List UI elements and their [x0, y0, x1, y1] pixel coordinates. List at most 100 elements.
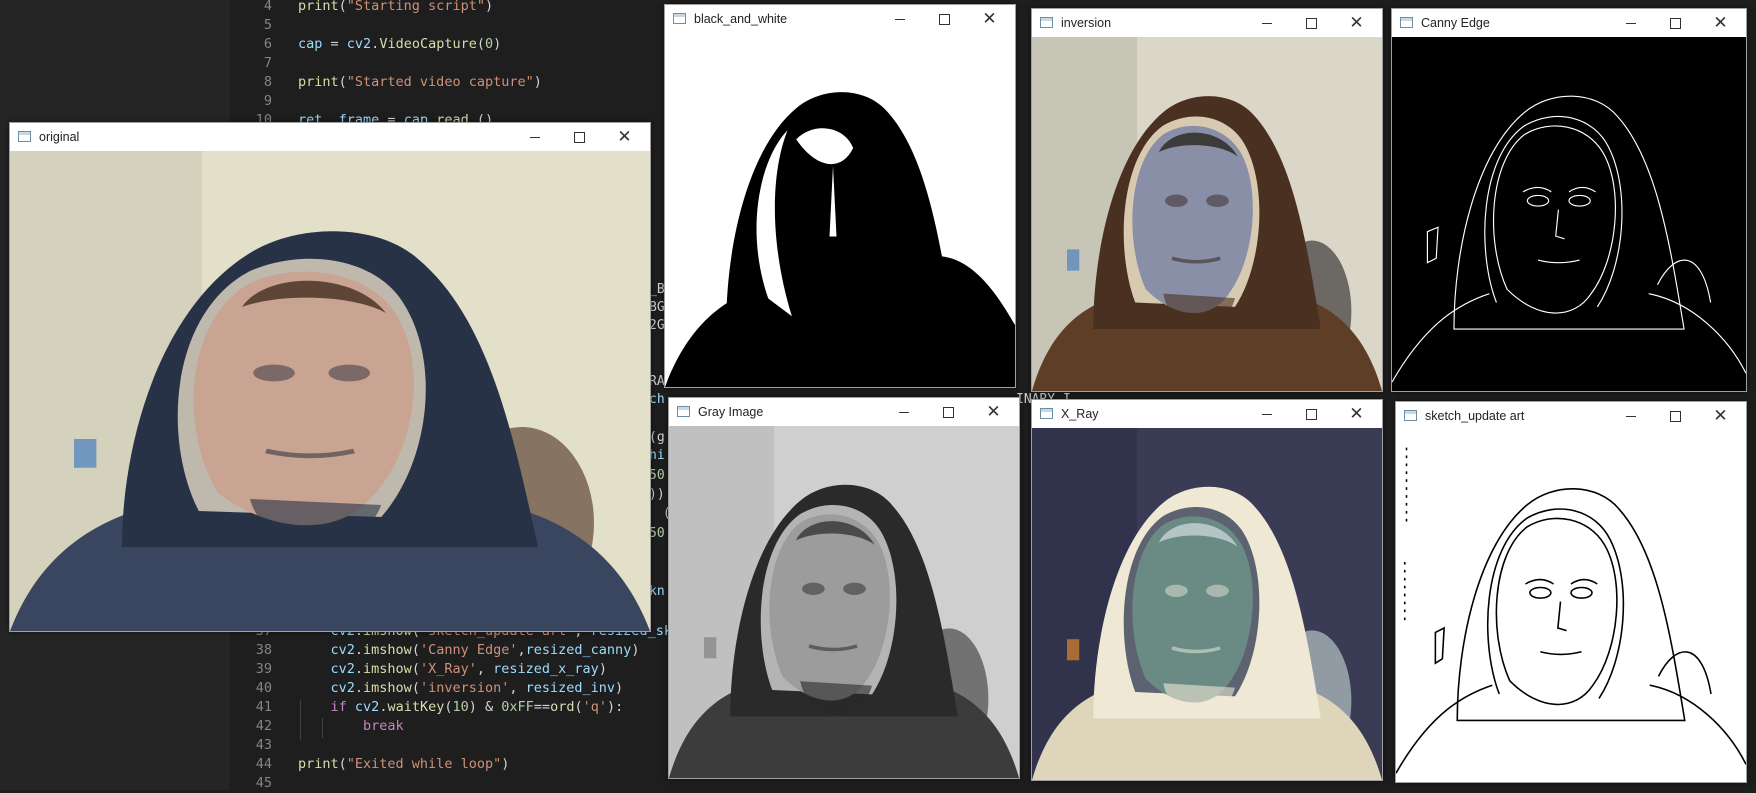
line-number: 43: [255, 737, 272, 753]
line-number: 5: [263, 17, 272, 33]
code-token: cv2: [330, 680, 355, 696]
maximize-icon[interactable]: [557, 123, 602, 151]
code-fragment: (g: [649, 430, 665, 445]
close-icon[interactable]: ✕: [967, 5, 1012, 33]
code-token: ): [501, 756, 510, 772]
code-text: print("Started video capture"): [298, 73, 542, 92]
minimize-icon[interactable]: [1608, 9, 1653, 37]
minimize-icon[interactable]: [1608, 402, 1653, 430]
code-token: 'q': [582, 699, 607, 715]
code-token: resized_x_ray: [493, 661, 599, 677]
minimize-icon[interactable]: [881, 398, 926, 426]
close-icon[interactable]: ✕: [971, 398, 1016, 426]
close-icon[interactable]: ✕: [602, 123, 647, 151]
minimize-icon[interactable]: [1244, 9, 1289, 37]
code-text: cv2.imshow('X_Ray', resized_x_ray): [298, 660, 607, 679]
window-app-icon: [1040, 17, 1053, 28]
code-token: "Started video capture": [346, 74, 534, 90]
window-black-and-white[interactable]: black_and_white ✕: [664, 4, 1016, 388]
code-token: cap: [298, 36, 323, 52]
window-app-icon: [1040, 408, 1053, 419]
code-token: ==: [533, 699, 551, 715]
code-token: ): [493, 36, 502, 52]
code-text: print("Starting script"): [298, 0, 493, 16]
minimize-icon[interactable]: [877, 5, 922, 33]
code-token: ord: [550, 699, 575, 715]
code-token: ): [615, 680, 624, 696]
close-glyph: ✕: [1713, 406, 1728, 425]
code-token: resized_inv: [525, 680, 616, 696]
line-number: 45: [255, 775, 272, 791]
close-icon[interactable]: ✕: [1698, 402, 1743, 430]
maximize-icon[interactable]: [1289, 9, 1334, 37]
code-token: (: [574, 699, 583, 715]
window-titlebar[interactable]: sketch_update art ✕: [1396, 402, 1746, 430]
code-token: imshow: [363, 642, 412, 658]
maximize-icon[interactable]: [922, 5, 967, 33]
code-token: cv2: [330, 642, 355, 658]
window-app-icon: [1404, 410, 1417, 421]
window-titlebar[interactable]: Gray Image ✕: [669, 398, 1019, 426]
close-glyph: ✕: [617, 127, 632, 146]
line-number: 8: [263, 74, 272, 90]
close-icon[interactable]: ✕: [1334, 400, 1379, 428]
code-fragment: kn: [649, 584, 665, 599]
code-token: if: [330, 699, 347, 715]
window-app-icon: [673, 13, 686, 24]
window-title: Gray Image: [698, 405, 764, 419]
window-titlebar[interactable]: Canny Edge ✕: [1392, 9, 1746, 37]
close-icon[interactable]: ✕: [1698, 9, 1743, 37]
window-title: black_and_white: [694, 12, 788, 26]
video-frame-inversion: [1032, 37, 1382, 391]
code-fragment: 50: [649, 526, 665, 541]
code-fragment: 50: [649, 468, 665, 483]
video-frame-sketch: [1396, 430, 1746, 782]
code-token: (: [338, 756, 347, 772]
code-token: 0xFF: [501, 699, 534, 715]
maximize-icon[interactable]: [926, 398, 971, 426]
window-canny-edge[interactable]: Canny Edge ✕: [1391, 8, 1747, 392]
code-text: print("Exited while loop"): [298, 755, 509, 774]
window-titlebar[interactable]: inversion ✕: [1032, 9, 1382, 37]
window-title: inversion: [1061, 16, 1112, 30]
window-original[interactable]: original ✕: [9, 122, 651, 632]
code-text: break: [298, 717, 404, 736]
window-titlebar[interactable]: X_Ray ✕: [1032, 400, 1382, 428]
window-titlebar[interactable]: black_and_white ✕: [665, 5, 1015, 33]
close-glyph: ✕: [982, 9, 997, 28]
code-token: 10: [452, 699, 469, 715]
window-inversion[interactable]: inversion ✕: [1031, 8, 1383, 392]
code-token: .: [354, 680, 364, 696]
maximize-icon[interactable]: [1653, 9, 1698, 37]
window-app-icon: [1400, 17, 1413, 28]
code-token: 'Canny Edge': [419, 642, 518, 658]
window-title: sketch_update art: [1425, 409, 1525, 423]
code-token: .: [354, 642, 364, 658]
minimize-icon[interactable]: [1244, 400, 1289, 428]
window-titlebar[interactable]: original ✕: [10, 123, 650, 151]
maximize-icon[interactable]: [1653, 402, 1698, 430]
code-token: ,: [476, 661, 494, 677]
line-number: 42: [255, 718, 272, 734]
line-number: 39: [255, 661, 272, 677]
window-x-ray[interactable]: X_Ray ✕: [1031, 399, 1383, 781]
code-token: ): [533, 74, 542, 90]
window-gray-image[interactable]: Gray Image ✕: [668, 397, 1020, 779]
code-text: cv2.imshow('inversion', resized_inv): [298, 679, 624, 698]
code-token: cv2: [330, 661, 355, 677]
code-token: ,: [517, 642, 526, 658]
code-token: 'inversion': [419, 680, 510, 696]
close-icon[interactable]: ✕: [1334, 9, 1379, 37]
minimize-icon[interactable]: [512, 123, 557, 151]
code-token: print: [298, 0, 339, 14]
line-number: 44: [255, 756, 272, 772]
line-number: 6: [263, 36, 272, 52]
code-token: (: [411, 642, 420, 658]
window-sketch-update-art[interactable]: sketch_update art ✕: [1395, 401, 1747, 783]
maximize-icon[interactable]: [1289, 400, 1334, 428]
code-token: waitKey: [387, 699, 445, 715]
close-glyph: ✕: [1349, 13, 1364, 32]
video-frame-gray: [669, 426, 1019, 778]
